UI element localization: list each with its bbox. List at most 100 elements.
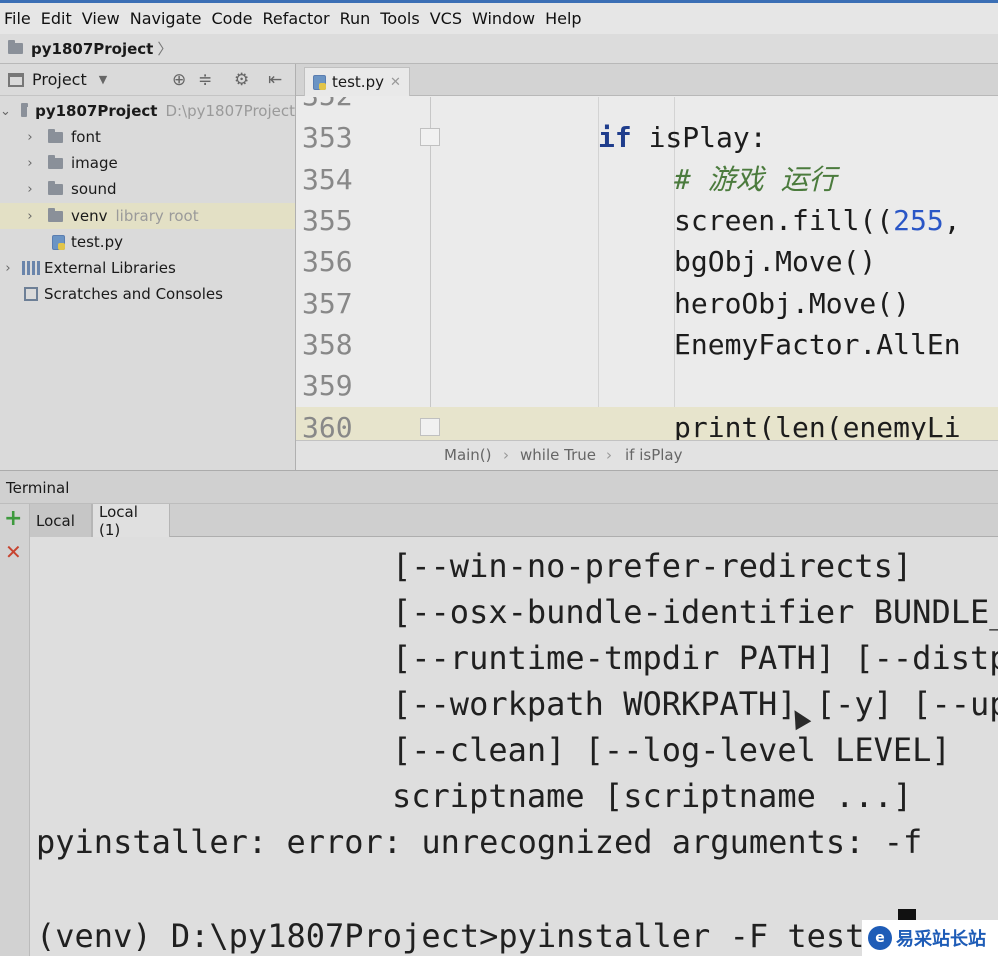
terminal-line: [--win-no-prefer-redirects] [392, 547, 913, 585]
close-session-icon[interactable]: ✕ [5, 540, 22, 564]
menu-refactor[interactable]: Refactor [258, 9, 335, 28]
chevron-right-icon[interactable]: › [22, 130, 38, 145]
gear-icon[interactable]: ⚙ [234, 70, 249, 90]
terminal-tab-bar: Local Local (1) [30, 502, 998, 539]
tree-item-label: sound [71, 180, 117, 198]
line-number: 356 [302, 245, 353, 278]
code-line: 357 heroObj.Move() [296, 283, 998, 324]
python-file-icon [313, 74, 326, 90]
menu-run[interactable]: Run [336, 9, 377, 28]
tree-item-scratches[interactable]: Scratches and Consoles [0, 281, 295, 307]
close-icon[interactable]: ✕ [390, 75, 401, 90]
menu-window[interactable]: Window [468, 9, 541, 28]
breadcrumb-if[interactable]: if isPlay [625, 446, 682, 464]
line-number: 357 [302, 287, 353, 320]
editor-breadcrumb: Main() › while True › if isPlay [296, 440, 998, 470]
line-number: 353 [302, 121, 353, 154]
menu-view[interactable]: View [78, 9, 126, 28]
terminal-error-line: pyinstaller: error: unrecognized argumen… [36, 823, 923, 861]
code-fragment: , [943, 204, 961, 237]
line-number: 355 [302, 204, 353, 237]
code-line: 358 EnemyFactor.AllEn [296, 324, 998, 365]
project-tool-window: Project ▼ ⊕ ≑ ⚙ ⇤ ⌄ py1807Project D:\py1… [0, 64, 296, 470]
fold-marker-icon[interactable] [420, 128, 440, 146]
code-editor[interactable]: 352 353 if isPlay: 354 # 游戏 运行 355 scree… [296, 97, 998, 440]
keyword: if [598, 121, 632, 154]
tree-item-note: library root [115, 207, 199, 225]
menu-code[interactable]: Code [208, 9, 259, 28]
locate-icon[interactable]: ⊕ [172, 70, 186, 90]
tree-item-label: venv [71, 207, 108, 225]
fold-marker-icon[interactable] [420, 418, 440, 436]
chevron-right-icon[interactable]: › [22, 209, 38, 224]
tree-item-external-libraries[interactable]: › External Libraries [0, 255, 295, 281]
tree-item-project-root[interactable]: ⌄ py1807Project D:\py1807Project [0, 98, 295, 124]
menu-bar: File Edit View Navigate Code Refactor Ru… [0, 0, 998, 34]
menu-vcs[interactable]: VCS [426, 9, 468, 28]
editor-panel: test.py ✕ 352 353 if isPlay: 354 # 游戏 运行… [296, 64, 998, 470]
menu-help[interactable]: Help [541, 9, 587, 28]
terminal-line: [--clean] [--log-level LEVEL] [392, 731, 951, 769]
chevron-right-icon[interactable]: › [0, 261, 16, 276]
terminal-tab-local-1[interactable]: Local (1) [92, 502, 170, 539]
folder-icon [48, 207, 63, 222]
code-line-current: 360 print(len(enemyLi [296, 407, 998, 440]
terminal-tab-local[interactable]: Local [30, 504, 92, 537]
line-number: 360 [302, 411, 353, 440]
terminal-line: [--osx-bundle-identifier BUNDLE_I [392, 593, 998, 631]
folder-icon [48, 128, 63, 143]
chevron-right-icon[interactable]: › [22, 182, 38, 197]
tree-item-label: font [71, 128, 101, 146]
terminal-tab-label: Local [36, 511, 75, 530]
code-text: if isPlay: [598, 117, 767, 158]
chevron-right-icon[interactable]: › [22, 156, 38, 171]
chevron-down-icon[interactable]: ⌄ [0, 104, 11, 119]
watermark-logo-icon: e [868, 926, 892, 950]
project-toolbar: Project ▼ ⊕ ≑ ⚙ ⇤ [0, 64, 295, 96]
menu-edit[interactable]: Edit [37, 9, 78, 28]
terminal-title: Terminal [6, 479, 70, 497]
menu-tools[interactable]: Tools [376, 9, 425, 28]
project-view-selector[interactable]: Project [32, 70, 87, 89]
tree-item-image[interactable]: › image [0, 150, 295, 176]
tree-item-font[interactable]: › font [0, 124, 295, 150]
hide-panel-icon[interactable]: ⇤ [268, 70, 282, 90]
terminal-output[interactable]: [--win-no-prefer-redirects] [--osx-bundl… [30, 537, 998, 956]
number-literal: 255 [893, 204, 944, 237]
chevron-down-icon[interactable]: ▼ [99, 73, 107, 86]
scratches-icon [24, 287, 38, 301]
project-window-icon [8, 72, 24, 87]
tab-test-py[interactable]: test.py ✕ [304, 67, 410, 96]
tree-item-label: py1807Project [35, 102, 158, 120]
collapse-all-icon[interactable]: ≑ [198, 70, 212, 90]
terminal-header: Terminal [0, 470, 998, 504]
folder-icon [48, 154, 63, 169]
tree-item-test-py[interactable]: test.py [0, 229, 295, 255]
breadcrumb-main[interactable]: Main() [444, 446, 492, 464]
code-comment: # 游戏 运行 [674, 163, 837, 196]
breadcrumb-while[interactable]: while True [520, 446, 596, 464]
tab-label: test.py [332, 73, 384, 91]
terminal-line: [--runtime-tmpdir PATH] [--distpa [392, 639, 998, 677]
new-session-icon[interactable]: + [4, 506, 22, 531]
terminal-side-toolbar: + ✕ [0, 504, 30, 956]
navigation-bar: py1807Project 〉 [0, 34, 998, 64]
tree-item-sound[interactable]: › sound [0, 176, 295, 202]
code-line: 352 [296, 97, 998, 116]
chevron-right-icon: 〉 [157, 40, 173, 58]
code-text: print(len(enemyLi [674, 411, 961, 440]
terminal-tab-label: Local (1) [99, 502, 138, 539]
tree-item-label: External Libraries [44, 259, 176, 277]
menu-navigate[interactable]: Navigate [126, 9, 208, 28]
line-number: 358 [302, 328, 353, 361]
nav-project-name[interactable]: py1807Project [31, 40, 153, 58]
library-icon [22, 261, 40, 275]
line-number: 354 [302, 163, 353, 196]
code-line: 354 # 游戏 运行 [296, 159, 998, 200]
tree-item-venv[interactable]: › venv library root [0, 203, 295, 229]
line-number: 352 [302, 97, 374, 116]
code-line: 355 screen.fill((255, [296, 200, 998, 241]
editor-tab-bar: test.py ✕ [296, 64, 998, 96]
watermark: e 易采站长站 [862, 920, 998, 956]
menu-file[interactable]: File [0, 9, 37, 28]
